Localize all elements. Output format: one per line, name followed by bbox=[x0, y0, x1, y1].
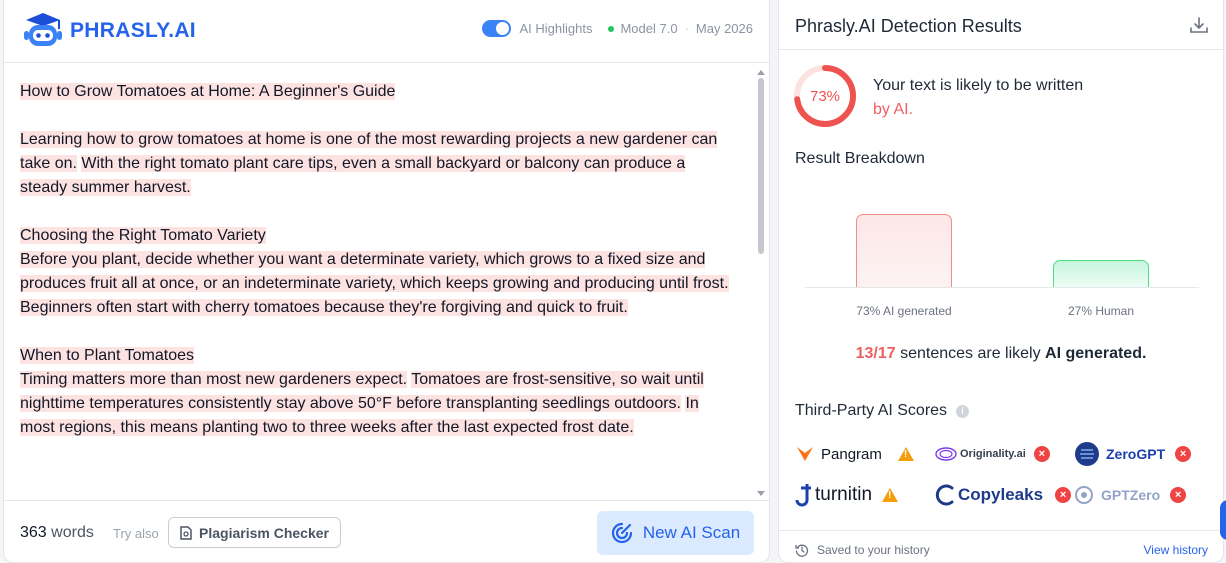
ai-sentence: With the right tomato plant care tips, e… bbox=[20, 155, 686, 196]
plagiarism-checker-button[interactable]: Plagiarism Checker bbox=[168, 517, 341, 548]
verdict-text: Your text is likely to be written by AI. bbox=[873, 77, 1084, 118]
status-dot-icon bbox=[608, 25, 615, 32]
fail-x-icon: × bbox=[1170, 487, 1187, 503]
fail-x-icon: × bbox=[1055, 487, 1072, 503]
results-panel: Phrasly.AI Detection Results 73% Your te… bbox=[778, 0, 1224, 563]
editor-panel: PHRASLY.AI AI Highlights Model 7.0 · May… bbox=[3, 0, 770, 563]
warning-icon bbox=[897, 447, 914, 461]
human-bar-label: 27% Human bbox=[1067, 304, 1135, 318]
results-header: Phrasly.AI Detection Results bbox=[779, 0, 1223, 50]
info-icon[interactable]: i bbox=[956, 404, 970, 418]
chart-baseline bbox=[805, 287, 1199, 288]
editor-bottombar: 363 words Try also Plagiarism Checker Ne… bbox=[4, 500, 769, 563]
view-history-link[interactable]: View history bbox=[1144, 543, 1208, 557]
score-copyleaks[interactable]: Copyleaks × bbox=[935, 481, 1072, 509]
gptzero-logo-icon bbox=[1075, 486, 1093, 504]
robot-logo-icon bbox=[24, 13, 62, 46]
ai-sentence: Beginners often start with cherry tomato… bbox=[20, 299, 628, 316]
results-footer: Saved to your history View history bbox=[779, 530, 1223, 562]
warning-icon bbox=[882, 488, 899, 502]
word-count: 363 words bbox=[20, 524, 94, 541]
history-icon bbox=[795, 544, 809, 557]
score-pangram[interactable]: Pangram bbox=[795, 440, 914, 468]
app-root: PHRASLY.AI AI Highlights Model 7.0 · May… bbox=[0, 0, 1226, 563]
score-originality[interactable]: Originality.ai × bbox=[935, 440, 1050, 468]
human-bar bbox=[1053, 260, 1149, 287]
turnitin-name: turnitin bbox=[815, 484, 873, 505]
pangram-name: Pangram bbox=[821, 445, 882, 463]
scan-icon bbox=[611, 522, 632, 544]
model-date: May 2026 bbox=[695, 21, 753, 36]
section-heading: When to Plant Tomatoes bbox=[20, 347, 195, 364]
breakdown-title: Result Breakdown bbox=[795, 150, 925, 167]
editor-section-planting: When to Plant Tomatoes Timing matters mor… bbox=[20, 344, 736, 440]
score-gptzero[interactable]: GPTZero × bbox=[1073, 481, 1187, 509]
ai-highlights-label: AI Highlights bbox=[519, 21, 593, 36]
score-turnitin[interactable]: turnitin bbox=[795, 481, 899, 509]
ai-sentence: Timing matters more than most new garden… bbox=[20, 371, 408, 388]
fail-x-icon: × bbox=[1033, 446, 1050, 462]
download-icon[interactable] bbox=[1190, 17, 1208, 34]
ai-bar bbox=[856, 214, 952, 287]
ai-bar-label: 73% AI generated bbox=[856, 304, 952, 318]
ai-score-value: 73% bbox=[809, 87, 841, 105]
turnitin-logo-icon bbox=[795, 484, 811, 507]
results-title: Phrasly.AI Detection Results bbox=[795, 16, 1022, 36]
breakdown-chart: 73% AI generated 27% Human bbox=[805, 180, 1199, 325]
originality-name: Originality.ai bbox=[960, 448, 1026, 460]
chat-launcher-button[interactable] bbox=[1220, 500, 1226, 540]
zerogpt-name: ZeroGPT bbox=[1106, 446, 1166, 462]
fail-x-icon: × bbox=[1175, 446, 1192, 462]
separator-dot: · bbox=[684, 21, 689, 36]
gptzero-name: GPTZero bbox=[1101, 487, 1161, 503]
editor-paragraph-1: Learning how to grow tomatoes at home is… bbox=[20, 128, 736, 200]
third-party-title: Third-Party AI Scores i bbox=[795, 402, 970, 420]
text-editor[interactable]: How to Grow Tomatoes at Home: A Beginner… bbox=[4, 64, 762, 500]
scrollbar-thumb[interactable] bbox=[758, 78, 764, 254]
try-also-label: Try also bbox=[113, 526, 159, 541]
document-icon bbox=[180, 525, 192, 540]
ai-sentence: Before you plant, decide whether you wan… bbox=[20, 251, 729, 292]
zerogpt-logo-icon bbox=[1075, 442, 1099, 466]
section-heading: Choosing the Right Tomato Variety bbox=[20, 227, 266, 244]
new-ai-scan-button[interactable]: New AI Scan bbox=[597, 511, 754, 555]
editor-title: How to Grow Tomatoes at Home: A Beginner… bbox=[20, 83, 396, 100]
editor-section-variety: Choosing the Right Tomato Variety Before … bbox=[20, 224, 736, 320]
copyleaks-logo-icon bbox=[935, 484, 954, 506]
originality-logo-icon bbox=[935, 447, 957, 461]
editor-scrollbar[interactable] bbox=[755, 64, 767, 500]
brand-logo[interactable]: PHRASLY.AI bbox=[20, 11, 196, 51]
sentence-summary: 13/17 sentences are likely AI generated. bbox=[855, 345, 1147, 362]
scroll-down-icon[interactable] bbox=[757, 491, 765, 496]
score-zerogpt[interactable]: ZeroGPT × bbox=[1073, 440, 1192, 468]
copyleaks-name: Copyleaks bbox=[958, 485, 1044, 504]
editor-status: AI Highlights Model 7.0 · May 2026 bbox=[482, 20, 753, 37]
model-version: Model 7.0 bbox=[620, 21, 678, 36]
pangram-logo-icon bbox=[797, 447, 813, 461]
saved-status: Saved to your history bbox=[795, 543, 930, 557]
sentence-count: 13/17 bbox=[855, 345, 896, 362]
brand-name: PHRASLY.AI bbox=[70, 19, 196, 42]
ai-highlights-toggle[interactable] bbox=[482, 20, 512, 37]
scroll-up-icon[interactable] bbox=[757, 70, 765, 75]
editor-topbar: PHRASLY.AI AI Highlights Model 7.0 · May… bbox=[4, 0, 769, 63]
